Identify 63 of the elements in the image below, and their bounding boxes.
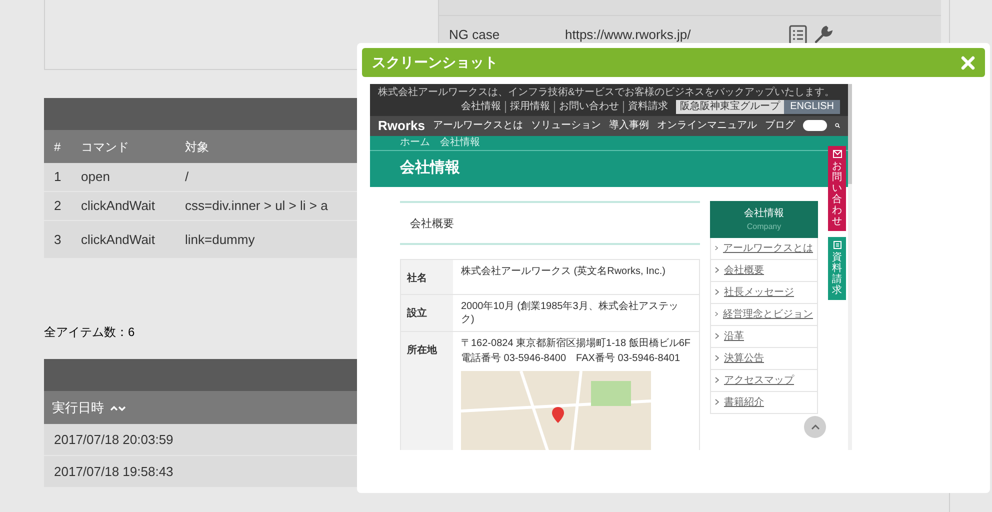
field-value: 株式会社アールワークス (英文名Rworks, Inc.) xyxy=(461,264,666,278)
table-cell-text: 1 xyxy=(53,168,62,186)
sidebar-link[interactable]: 沿革 xyxy=(724,328,744,344)
top-link[interactable]: 会社情報 xyxy=(457,101,506,113)
table-cell-text: 2017/07/18 19:58:43 xyxy=(54,462,174,481)
nav-link[interactable]: アールワークスとは xyxy=(432,118,523,134)
nav-link[interactable]: オンラインマニュアル xyxy=(656,118,757,134)
page-title: 会社情報 xyxy=(400,158,460,178)
field-label: 設立 xyxy=(407,308,427,318)
breadcrumb-link[interactable]: 会社情報 xyxy=(440,136,480,148)
site-logo[interactable]: Rworks xyxy=(378,116,425,136)
table-cell-text: clickAndWait xyxy=(81,230,156,249)
nav-link[interactable]: ソリューション xyxy=(530,118,601,134)
search-icon[interactable] xyxy=(835,121,840,130)
column-header: 対象 xyxy=(185,138,210,156)
field-label: 社名 xyxy=(407,272,427,284)
document-icon xyxy=(832,241,842,249)
table-cell-text: / xyxy=(185,168,190,186)
breadcrumb-link[interactable]: ホーム xyxy=(400,136,430,148)
tagline: 株式会社アールワークスは、インフラ技術&サービスでお客様のビジネスをバックアップいたします。 xyxy=(378,86,835,99)
table-cell-text: 2 xyxy=(53,197,62,216)
table-cell-text: 3 xyxy=(53,230,62,249)
field-label: 所在地 xyxy=(407,344,437,356)
sidebar-subtitle: Company xyxy=(746,220,782,232)
top-link[interactable]: 資料請求 xyxy=(623,101,672,113)
chevron-right-icon xyxy=(715,333,719,339)
chevron-right-icon xyxy=(715,289,719,295)
top-link[interactable]: お問い合わせ xyxy=(554,101,624,113)
chevron-right-icon xyxy=(715,267,719,273)
dialog-title: スクリーンショット xyxy=(372,53,498,72)
side-tab[interactable]: お問い合わせ xyxy=(828,146,846,231)
table-cell-text: 2017/07/18 20:03:59 xyxy=(54,430,174,449)
chevron-up-icon xyxy=(810,424,820,430)
field-value: 〒162-0824 東京都新宿区揚場町1-18 飯田橋ビル6F xyxy=(461,336,691,350)
wrench-icon[interactable] xyxy=(813,24,833,44)
chevron-right-icon xyxy=(715,399,719,405)
sidebar-title: 会社情報 xyxy=(744,206,784,220)
nav-link[interactable]: ブログ xyxy=(764,118,795,134)
chevron-right-icon xyxy=(715,377,719,383)
group-link[interactable]: 阪急阪神東宝グループ xyxy=(676,100,784,114)
url-text: https://www.rworks.jp/ xyxy=(565,26,692,44)
sort-icon[interactable] xyxy=(110,404,126,412)
row-name: NG case xyxy=(448,26,501,44)
side-tab[interactable]: 資料請求 xyxy=(828,237,846,300)
column-header: コマンド xyxy=(81,138,130,156)
table-cell-text: open xyxy=(81,168,111,186)
chevron-right-icon xyxy=(715,311,718,317)
table-cell-text: link=dummy xyxy=(185,230,256,249)
field-value: 電話番号 03-5946-8400 FAX番号 03-5946-8401 xyxy=(461,352,682,364)
item-count: 全アイテム数：6 xyxy=(44,325,135,339)
column-header: # xyxy=(53,138,62,156)
language-link[interactable]: ENGLISH xyxy=(784,100,840,114)
search-field[interactable] xyxy=(802,120,828,132)
field-value: 2000年10月 (創業1985年3月、株式会社アステック) xyxy=(461,300,680,326)
mail-icon xyxy=(832,150,842,158)
nav-link[interactable]: 導入事例 xyxy=(608,118,649,134)
column-header[interactable]: 実行日時 xyxy=(52,398,104,418)
top-link[interactable]: 採用情報 xyxy=(505,101,554,113)
table-cell-text: clickAndWait xyxy=(81,197,156,216)
chevron-right-icon xyxy=(715,355,719,361)
chevron-right-icon xyxy=(715,245,718,251)
table-cell-text: css=div.inner > ul > li > a xyxy=(185,197,329,216)
section-title: 会社概要 xyxy=(410,218,454,230)
